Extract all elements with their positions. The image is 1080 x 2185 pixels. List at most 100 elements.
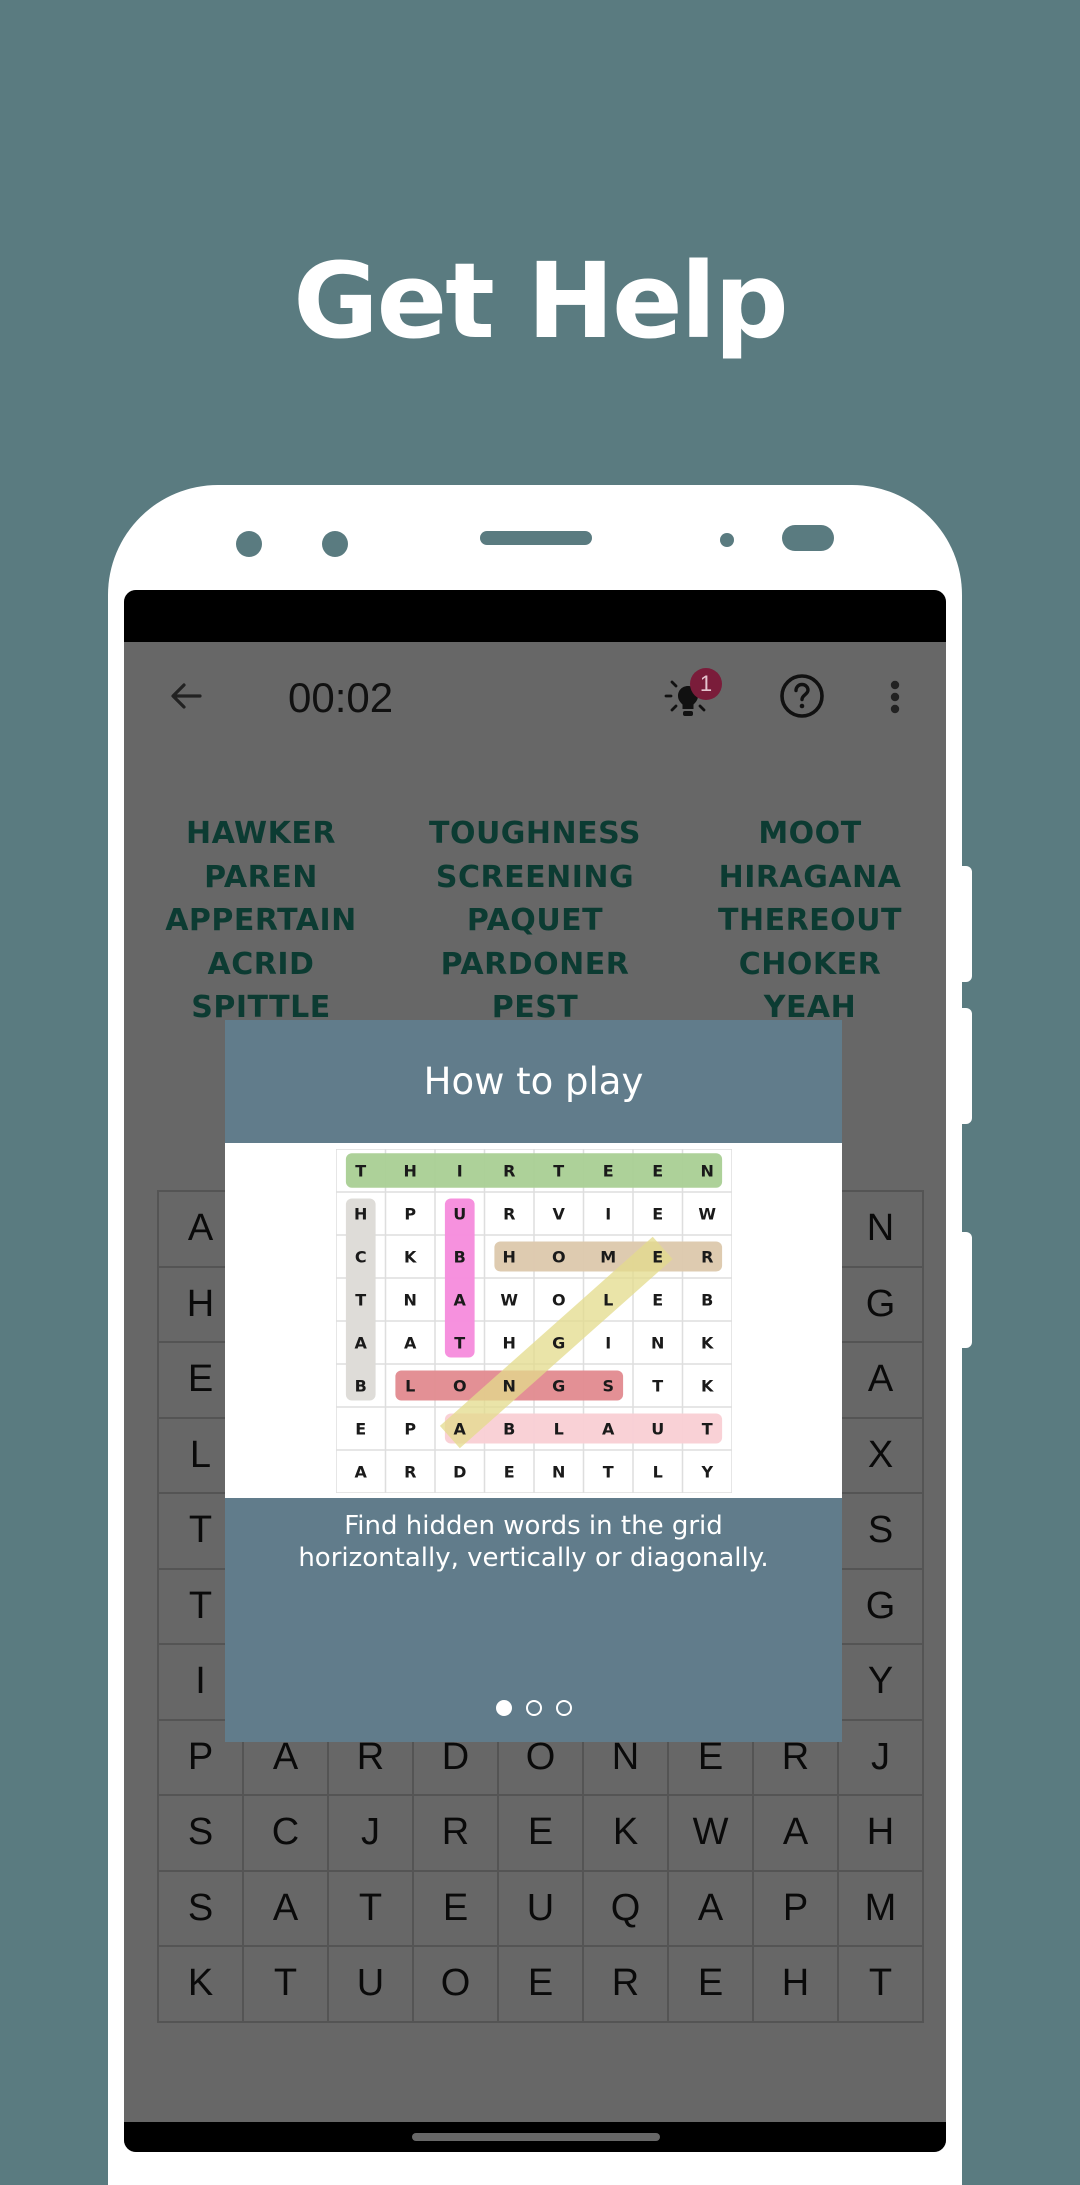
- example-letter: I: [605, 1205, 611, 1224]
- example-letter: I: [457, 1162, 463, 1181]
- example-letter: T: [652, 1377, 663, 1396]
- grid-row: SATEUQAPM: [157, 1869, 924, 1947]
- example-letter: B: [503, 1420, 515, 1439]
- example-letter: K: [701, 1334, 714, 1353]
- question-circle-icon: [780, 674, 824, 718]
- grid-cell[interactable]: E: [497, 1945, 584, 2023]
- example-letter: K: [701, 1377, 714, 1396]
- dialog-text-line: horizontally, vertically or diagonally.: [298, 1543, 769, 1573]
- grid-cell[interactable]: W: [667, 1794, 754, 1872]
- phone-sensor: [322, 531, 348, 557]
- example-letter: T: [603, 1463, 614, 1482]
- example-letter: N: [503, 1377, 516, 1396]
- example-letter: W: [698, 1205, 716, 1224]
- grid-cell[interactable]: S: [157, 1869, 244, 1947]
- grid-cell[interactable]: M: [837, 1869, 924, 1947]
- grid-cell[interactable]: X: [837, 1416, 924, 1494]
- word-item: SCREENING: [435, 859, 635, 895]
- grid-cell[interactable]: E: [667, 1945, 754, 2023]
- headline: Get Help: [293, 240, 789, 362]
- example-letter: N: [701, 1162, 714, 1181]
- dialog-description: Find hidden words in the grid horizontal…: [225, 1510, 842, 1574]
- example-letter: W: [500, 1291, 518, 1310]
- how-to-play-dialog: How to play T H I R T E E N H P U R V I E W C K B H O M E R T N A W…: [225, 1020, 842, 1742]
- example-letter: S: [602, 1377, 614, 1396]
- app-screen: 00:02 1 HAWKER PAREN APPERTAIN ACRID SPI…: [124, 590, 946, 2152]
- example-letter: A: [355, 1463, 368, 1482]
- grid-cell[interactable]: A: [837, 1341, 924, 1419]
- example-letter: I: [605, 1334, 611, 1353]
- nav-bar: [124, 2122, 946, 2152]
- grid-cell[interactable]: K: [157, 1945, 244, 2023]
- grid-cell[interactable]: R: [412, 1794, 499, 1872]
- example-letter: R: [503, 1205, 515, 1224]
- grid-cell[interactable]: T: [242, 1945, 329, 2023]
- example-letter: N: [651, 1334, 664, 1353]
- grid-cell[interactable]: E: [497, 1794, 584, 1872]
- grid-cell[interactable]: H: [752, 1945, 839, 2023]
- example-letter: U: [453, 1205, 466, 1224]
- grid-cell[interactable]: P: [752, 1869, 839, 1947]
- example-letter: A: [404, 1334, 417, 1353]
- example-letter: E: [504, 1463, 515, 1482]
- overflow-menu-button[interactable]: [880, 672, 910, 722]
- home-gesture-bar[interactable]: [412, 2133, 660, 2141]
- example-letter: T: [553, 1162, 564, 1181]
- grid-row: KTUOEREHT: [157, 1945, 924, 2023]
- grid-cell[interactable]: G: [837, 1265, 924, 1343]
- page-dot[interactable]: [495, 1700, 512, 1716]
- example-letter: T: [454, 1334, 465, 1353]
- example-letter: G: [552, 1334, 565, 1353]
- example-letter: C: [355, 1248, 367, 1267]
- phone-sensor: [236, 531, 262, 557]
- grid-cell[interactable]: H: [837, 1794, 924, 1872]
- grid-cell[interactable]: A: [242, 1869, 329, 1947]
- word-column: TOUGHNESS SCREENING PAQUET PARDONER PEST: [405, 812, 665, 1030]
- back-button[interactable]: [160, 670, 212, 722]
- example-letter: K: [404, 1248, 417, 1267]
- grid-cell[interactable]: T: [327, 1869, 414, 1947]
- grid-cell[interactable]: Q: [582, 1869, 669, 1947]
- help-button[interactable]: [774, 668, 830, 724]
- grid-cell[interactable]: T: [837, 1945, 924, 2023]
- word-item: PAQUET: [466, 903, 604, 938]
- grid-cell[interactable]: G: [837, 1567, 924, 1645]
- page-dot[interactable]: [555, 1700, 572, 1716]
- grid-cell[interactable]: O: [412, 1945, 499, 2023]
- dialog-title: How to play: [423, 1060, 644, 1103]
- phone-camera: [782, 525, 834, 551]
- example-letter: H: [354, 1205, 367, 1224]
- example-letter: R: [404, 1463, 416, 1482]
- example-letter: Y: [700, 1463, 713, 1482]
- grid-cell[interactable]: J: [327, 1794, 414, 1872]
- page-dot[interactable]: [525, 1700, 542, 1716]
- phone-side-button: [958, 866, 972, 982]
- dialog-text-line: Find hidden words in the grid: [344, 1511, 723, 1541]
- example-letter: R: [503, 1162, 515, 1181]
- grid-cell[interactable]: R: [582, 1945, 669, 2023]
- grid-cell[interactable]: U: [497, 1869, 584, 1947]
- grid-cell[interactable]: J: [837, 1718, 924, 1796]
- grid-cell[interactable]: N: [837, 1190, 924, 1268]
- word-item: PAREN: [204, 859, 318, 895]
- example-letter: B: [701, 1291, 713, 1310]
- grid-cell[interactable]: A: [752, 1794, 839, 1872]
- example-letter: A: [602, 1420, 615, 1439]
- example-letter: A: [454, 1420, 467, 1439]
- grid-cell[interactable]: U: [327, 1945, 414, 2023]
- example-letter: L: [405, 1377, 415, 1396]
- example-letter: N: [552, 1463, 565, 1482]
- example-image: T H I R T E E N H P U R V I E W C K B H O M E R T N A W O L E B A A T H G I N K…: [225, 1143, 842, 1498]
- example-letter: E: [652, 1291, 663, 1310]
- example-letter: N: [404, 1291, 417, 1310]
- grid-cell[interactable]: C: [242, 1794, 329, 1872]
- grid-cell[interactable]: S: [837, 1492, 924, 1570]
- grid-cell[interactable]: Y: [837, 1643, 924, 1721]
- example-letter: M: [600, 1248, 616, 1267]
- grid-cell[interactable]: E: [412, 1869, 499, 1947]
- grid-cell[interactable]: A: [667, 1869, 754, 1947]
- grid-cell[interactable]: S: [157, 1794, 244, 1872]
- page-indicator[interactable]: [225, 1700, 842, 1716]
- word-item: TOUGHNESS: [428, 816, 642, 851]
- grid-cell[interactable]: K: [582, 1794, 669, 1872]
